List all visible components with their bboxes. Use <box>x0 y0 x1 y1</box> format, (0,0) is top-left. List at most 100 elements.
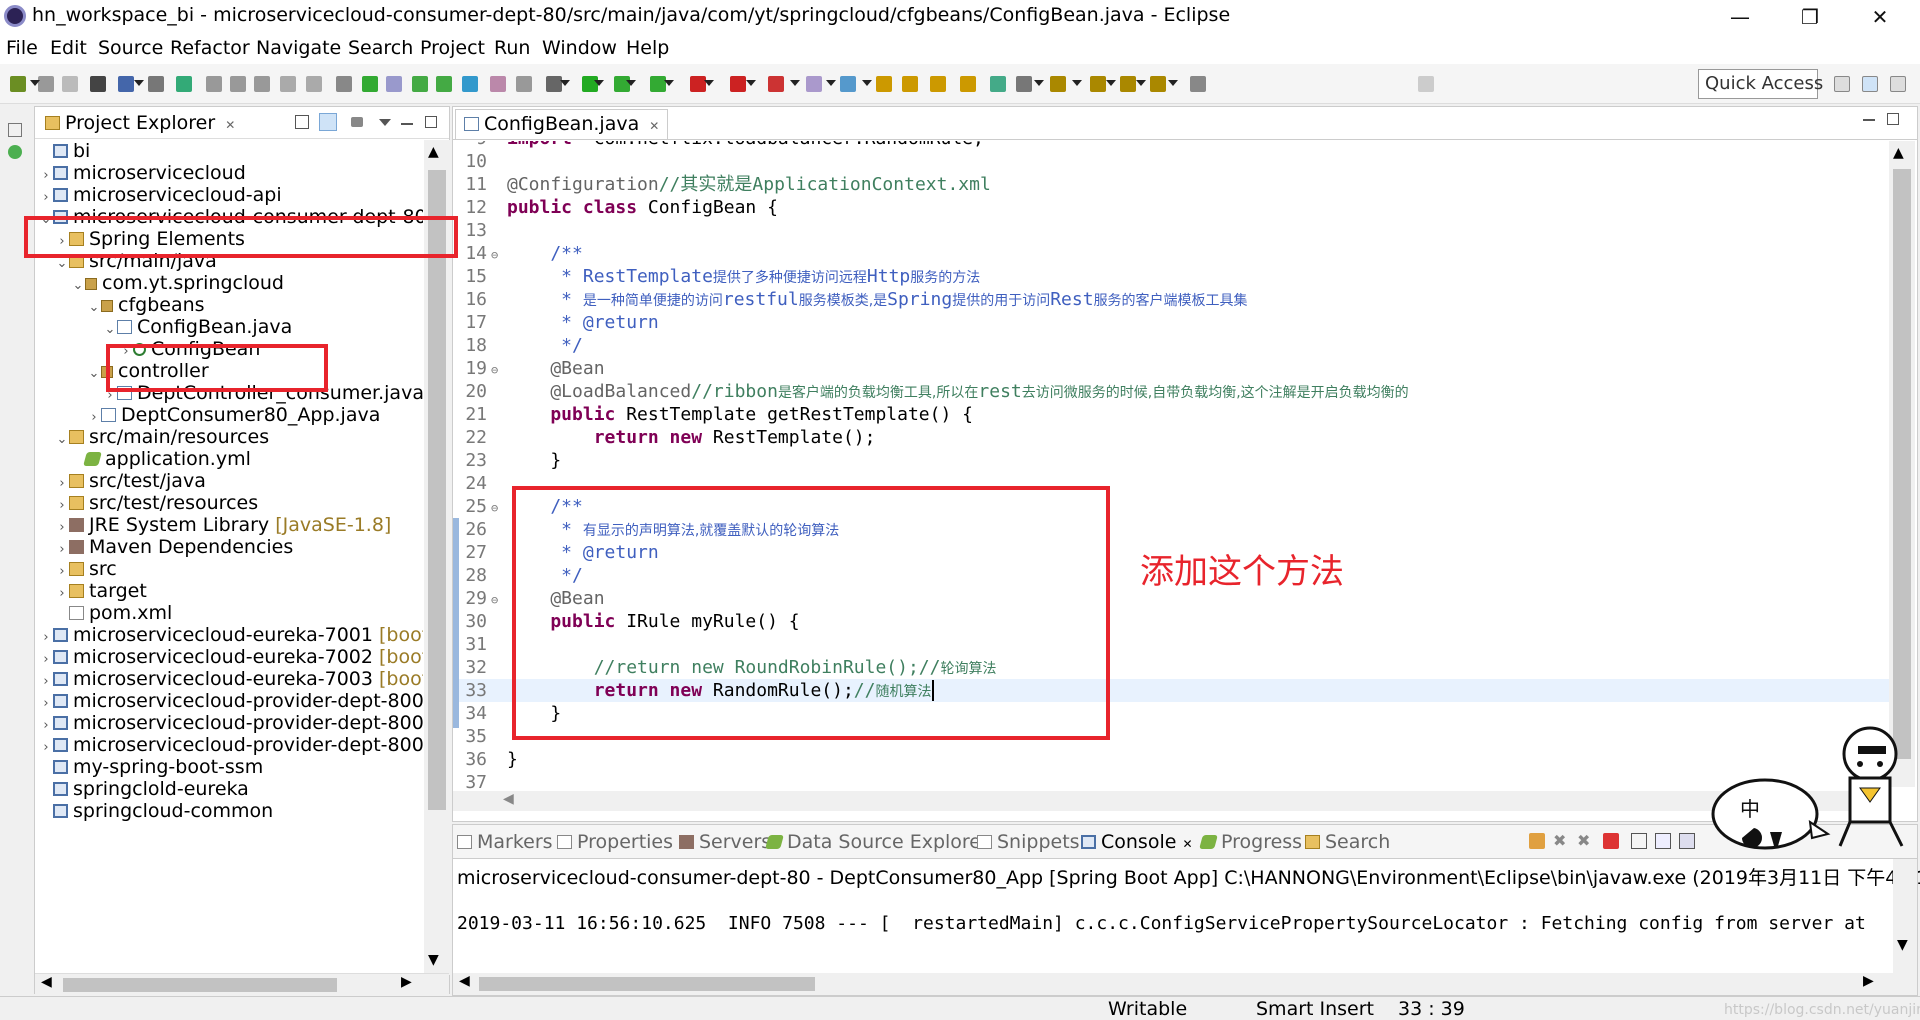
code-line[interactable]: 11 @Configuration//其实就是ApplicationContext… <box>453 173 1893 196</box>
menu-source[interactable]: Source <box>98 37 163 59</box>
chevron-down-icon[interactable] <box>1034 80 1044 86</box>
hscroll-thumb[interactable] <box>63 978 337 992</box>
code-line[interactable]: 10 <box>453 150 1893 173</box>
close-button[interactable]: ✕ <box>1850 0 1910 34</box>
editor-vertical-scrollbar[interactable]: ▲ <box>1889 141 1915 787</box>
toolbar-tool-icon[interactable] <box>960 76 976 92</box>
scroll-thumb[interactable] <box>428 170 446 810</box>
code-line[interactable]: 21 public RestTemplate getRestTemplate()… <box>453 403 1893 426</box>
hscroll-thumb[interactable] <box>479 977 815 991</box>
menu-file[interactable]: File <box>6 37 38 59</box>
menu-navigate[interactable]: Navigate <box>256 37 341 59</box>
chevron-down-icon[interactable] <box>704 80 714 86</box>
toolbar-tool-icon[interactable] <box>1050 76 1066 92</box>
toolbar-tool-icon[interactable] <box>10 76 26 92</box>
chevron-down-icon[interactable] <box>664 80 674 86</box>
menu-run[interactable]: Run <box>494 37 530 59</box>
tab-properties[interactable]: Properties <box>557 831 673 853</box>
chevron-down-icon[interactable] <box>1168 80 1178 86</box>
chevron-down-icon[interactable] <box>626 80 636 86</box>
fold-icon[interactable]: ⊖ <box>491 244 507 267</box>
console-vertical-scrollbar[interactable]: ▼ <box>1893 859 1917 995</box>
code-line[interactable]: 12 public class ConfigBean { <box>453 196 1893 219</box>
scroll-thumb[interactable] <box>1893 169 1911 759</box>
tab-markers[interactable]: Markers <box>457 831 553 853</box>
code-line[interactable]: 14 ⊖ /** <box>453 242 1893 265</box>
chevron-down-icon[interactable] <box>862 80 872 86</box>
filter-icon[interactable] <box>351 117 363 127</box>
minimize-icon[interactable] <box>401 123 413 125</box>
maximize-icon[interactable] <box>425 116 437 128</box>
explorer-horizontal-scrollbar[interactable]: ◀ ▶ <box>35 973 449 995</box>
tab-project-explorer[interactable]: Project Explorer ✕ <box>39 110 241 138</box>
perspective-icon[interactable] <box>1862 76 1878 92</box>
toolbar-tool-icon[interactable] <box>462 76 478 92</box>
minimize-button[interactable]: — <box>1710 0 1770 34</box>
toolbar-tool-icon[interactable] <box>230 76 246 92</box>
quick-access-field[interactable]: Quick Access <box>1698 69 1823 99</box>
scroll-lock-icon[interactable] <box>1655 833 1671 849</box>
toolbar-tool-icon[interactable] <box>516 76 532 92</box>
toolbar-tool-icon[interactable] <box>1120 76 1136 92</box>
toolbar-tool-icon[interactable] <box>1150 76 1166 92</box>
editor-horizontal-scrollbar[interactable]: ◀ <box>453 791 1889 811</box>
menu-edit[interactable]: Edit <box>50 37 87 59</box>
tab-search[interactable]: Search <box>1305 831 1390 853</box>
code-line[interactable]: 16 * 是一种简单便捷的访问restful服务模板类,是Spring提供的用于… <box>453 288 1893 311</box>
toolbar-tool-icon[interactable] <box>490 76 506 92</box>
pin-console-icon[interactable] <box>1529 833 1545 849</box>
code-line[interactable]: 23 } <box>453 449 1893 472</box>
menu-project[interactable]: Project <box>420 37 485 59</box>
close-icon[interactable]: ✕ <box>649 119 659 133</box>
fold-icon[interactable]: ⊖ <box>491 589 507 612</box>
code-line[interactable]: 15 * RestTemplate提供了多种便捷访问远程Http服务的方法 <box>453 265 1893 288</box>
toolbar-tool-icon[interactable] <box>38 76 54 92</box>
toolbar-tool-icon[interactable] <box>730 76 746 92</box>
menu-refactor[interactable]: Refactor <box>170 37 250 59</box>
remove-launch-icon[interactable]: ✖ <box>1553 833 1569 849</box>
fold-icon[interactable]: ⊖ <box>491 497 507 520</box>
scroll-down-arrow[interactable]: ▼ <box>1897 937 1908 953</box>
chevron-down-icon[interactable] <box>1072 80 1082 86</box>
code-line[interactable]: 9 import com.netflix.loadbalancer.RandomR… <box>453 141 1893 150</box>
toolbar-tool-icon[interactable] <box>806 76 822 92</box>
perspective-icon[interactable] <box>1890 76 1906 92</box>
toolbar-tool-icon[interactable] <box>876 76 892 92</box>
tab-console[interactable]: Console ✕ <box>1081 831 1193 853</box>
menu-help[interactable]: Help <box>626 37 669 59</box>
toolbar-tool-icon[interactable] <box>336 76 352 92</box>
view-menu-icon[interactable] <box>379 119 391 126</box>
code-line[interactable]: 37 <box>453 771 1893 789</box>
code-line[interactable]: 36} <box>453 748 1893 771</box>
minimize-icon[interactable] <box>1863 119 1875 121</box>
code-line[interactable]: 20 @LoadBalanced//ribbon是客户端的负载均衡工具,所以在r… <box>453 380 1893 403</box>
code-line[interactable]: 22 return new RestTemplate(); <box>453 426 1893 449</box>
chevron-down-icon[interactable] <box>560 80 570 86</box>
toolbar-tool-icon[interactable] <box>436 76 452 92</box>
tab-servers[interactable]: Servers <box>679 831 771 853</box>
toolbar-tool-icon[interactable] <box>254 76 270 92</box>
toolbar-tool-icon[interactable] <box>1090 76 1106 92</box>
code-line[interactable]: 18 */ <box>453 334 1893 357</box>
terminate-icon[interactable] <box>1603 833 1619 849</box>
menu-search[interactable]: Search <box>348 37 413 59</box>
tab-data-source-explorer[interactable]: Data Source Explorer <box>765 831 989 853</box>
toolbar-tool-icon[interactable] <box>176 76 192 92</box>
scroll-left-arrow[interactable]: ◀ <box>41 974 52 990</box>
toolbar-tool-icon[interactable] <box>990 76 1006 92</box>
remove-all-icon[interactable]: ✖ <box>1577 833 1593 849</box>
word-wrap-icon[interactable] <box>1679 833 1695 849</box>
toolbar-tool-icon[interactable] <box>902 76 918 92</box>
fold-icon[interactable]: ⊖ <box>491 359 507 382</box>
toolbar-tool-icon[interactable] <box>412 76 428 92</box>
code-line[interactable]: 13 <box>453 219 1893 242</box>
toolbar-tool-icon[interactable] <box>362 76 378 92</box>
explorer-vertical-scrollbar[interactable]: ▲ ▼ <box>424 140 450 975</box>
tree-item[interactable]: springcloud-common <box>39 798 273 825</box>
toolbar-tool-icon[interactable] <box>118 76 134 92</box>
chevron-down-icon[interactable] <box>790 80 800 86</box>
perspective-icon[interactable] <box>1834 76 1850 92</box>
toolbar-tool-icon[interactable] <box>930 76 946 92</box>
link-editor-icon[interactable] <box>319 113 337 131</box>
scroll-up-arrow[interactable]: ▲ <box>428 144 439 160</box>
